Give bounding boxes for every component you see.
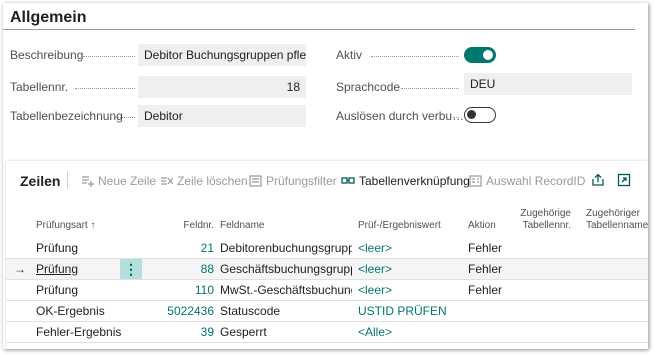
current-row-arrow-icon: → (14, 262, 26, 276)
cell-pruefwert[interactable]: <leer> (358, 280, 462, 300)
general-section-title[interactable]: Allgemein (10, 9, 86, 27)
field-leader-dots (371, 56, 459, 57)
aktiv-label: Aktiv (336, 48, 363, 62)
ausloesen-label: Auslösen durch verbu… (336, 109, 465, 123)
sprachcode-field[interactable]: DEU (464, 73, 632, 95)
cell-aktion[interactable] (468, 301, 513, 321)
table-row[interactable]: Prüfung 110 MwSt.-Geschäftsbuchung… <lee… (6, 280, 648, 301)
cell-aktion[interactable] (468, 322, 513, 342)
cell-pruefungsart[interactable]: Prüfung (36, 238, 116, 258)
tabellennr-field[interactable]: 18 (138, 76, 306, 98)
recordid-label: Auswahl RecordID (486, 174, 586, 188)
beschreibung-field[interactable]: Debitor Buchungsgruppen pfle… (138, 44, 306, 66)
col-header-zug-tabellennr-line2: Tabellennr. (522, 220, 571, 231)
cell-feldnr[interactable]: 21 (156, 238, 214, 258)
table-row-selected[interactable]: → Prüfung ⋮ 88 Geschäftsbuchungsgruppe <… (6, 259, 648, 280)
cell-feldnr[interactable]: 39 (156, 322, 214, 342)
new-line-button[interactable]: Neue Zeile (81, 174, 156, 188)
cell-feldname[interactable]: Debitorenbuchungsgruppe (220, 238, 352, 258)
ausloesen-toggle[interactable] (464, 107, 496, 123)
col-header-feldnr[interactable]: Feldnr. (156, 220, 214, 232)
cell-feldname[interactable]: MwSt.-Geschäftsbuchung… (220, 280, 352, 300)
cell-pruefwert[interactable]: USTID PRÜFEN (358, 301, 462, 321)
delete-line-button[interactable]: Zeile löschen (160, 174, 248, 188)
col-header-pruefungsart[interactable]: Prüfungsart ↑ (36, 220, 95, 232)
cell-feldname[interactable]: Statuscode (220, 301, 352, 321)
col-header-pruefwert[interactable]: Prüf-/Ergebniswert (358, 220, 441, 232)
tabellenbezeichnung-label: Tabellenbezeichnung (10, 109, 123, 123)
field-leader-dots (75, 88, 135, 89)
delete-line-label: Zeile löschen (177, 174, 248, 188)
col-header-zug-tabellennr[interactable]: Zugehörige Tabellennr. (516, 208, 571, 232)
table-link-label: Tabellenverknüpfung (359, 174, 470, 188)
sprachcode-label: Sprachcode (336, 80, 401, 94)
cell-pruefungsart[interactable]: Fehler-Ergebnis (36, 322, 136, 342)
recordid-icon (469, 175, 482, 187)
cell-pruefungsart[interactable]: Prüfung (36, 259, 116, 279)
field-leader-dots (83, 56, 135, 57)
cell-pruefungsart[interactable]: Prüfung (36, 280, 116, 300)
filter-button[interactable]: Prüfungsfilter (249, 174, 337, 188)
select-recordid-button[interactable]: Auswahl RecordID (469, 174, 585, 188)
filter-icon (249, 175, 262, 187)
col-header-zug-tabellenname[interactable]: Zugehöriger Tabellenname (586, 208, 648, 232)
cell-aktion[interactable]: Fehler (468, 238, 513, 258)
tabellennr-label: Tabellennr. (10, 80, 69, 94)
cell-feldname[interactable]: Gesperrt (220, 322, 352, 342)
cell-feldname[interactable]: Geschäftsbuchungsgruppe (220, 259, 352, 279)
new-line-icon (82, 176, 94, 187)
col-header-zug-tabellennr-line1: Zugehörige (520, 208, 571, 219)
col-header-zug-tabellenname-line1: Zugehöriger (586, 208, 640, 219)
table-link-icon (341, 177, 355, 184)
table-row[interactable]: Prüfung 21 Debitorenbuchungsgruppe <leer… (6, 238, 648, 259)
cell-pruefwert[interactable]: <leer> (358, 259, 462, 279)
new-line-label: Neue Zeile (98, 174, 157, 188)
cell-aktion[interactable]: Fehler (468, 280, 513, 300)
cell-feldnr[interactable]: 88 (156, 259, 214, 279)
row-actions-icon[interactable]: ⋮ (120, 259, 142, 279)
tabellenbezeichnung-field[interactable]: Debitor (138, 105, 306, 127)
cell-pruefwert[interactable]: <Alle> (358, 322, 462, 342)
cell-feldnr[interactable]: 5022436 (156, 301, 214, 321)
cell-aktion[interactable]: Fehler (468, 259, 513, 279)
lines-part: Zeilen Neue Zeile Zeile löschen Prüfungs… (6, 161, 648, 349)
expand-icon[interactable] (617, 173, 631, 187)
section-divider (3, 29, 635, 30)
toolbar-separator (67, 171, 68, 189)
cell-feldnr[interactable]: 110 (156, 280, 214, 300)
col-header-aktion[interactable]: Aktion (468, 220, 496, 232)
table-row[interactable]: OK-Ergebnis 5022436 Statuscode USTID PRÜ… (6, 301, 648, 322)
cell-pruefungsart[interactable]: OK-Ergebnis (36, 301, 136, 321)
delete-line-icon (161, 177, 173, 185)
filter-label: Prüfungsfilter (266, 174, 337, 188)
card-page: Allgemein Beschreibung Debitor Buchungsg… (3, 3, 648, 349)
share-icon[interactable] (591, 173, 605, 187)
table-row[interactable]: Fehler-Ergebnis 39 Gesperrt <Alle> (6, 322, 648, 343)
field-leader-dots (453, 117, 459, 118)
col-header-feldname[interactable]: Feldname (220, 220, 264, 232)
field-leader-dots (401, 88, 459, 89)
beschreibung-label: Beschreibung (10, 48, 84, 62)
aktiv-toggle[interactable] (464, 47, 496, 63)
table-link-button[interactable]: Tabellenverknüpfung (341, 174, 470, 188)
field-leader-dots (115, 117, 135, 118)
cell-pruefwert[interactable]: <leer> (358, 238, 462, 258)
col-header-zug-tabellenname-line2: Tabellenname (586, 220, 648, 231)
lines-title[interactable]: Zeilen (20, 173, 60, 189)
